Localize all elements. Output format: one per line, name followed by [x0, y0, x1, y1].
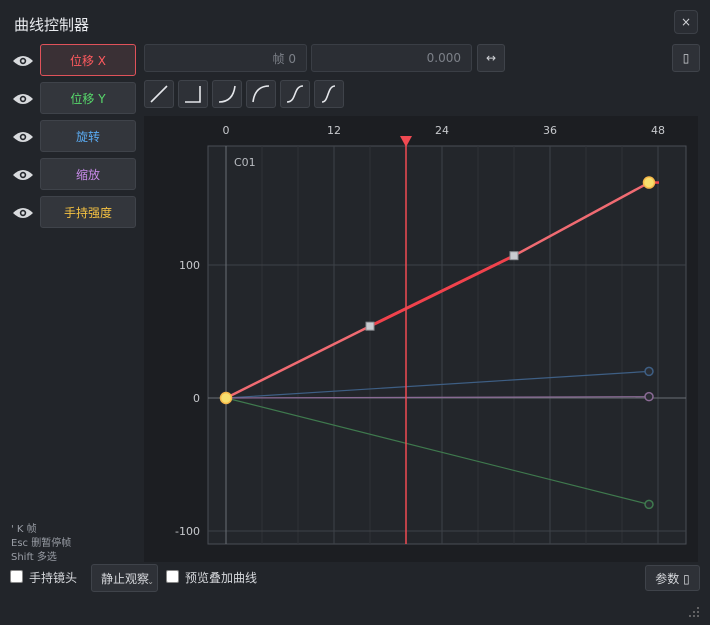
linear-curve-icon — [150, 85, 168, 103]
track-button-pos-y[interactable]: 位移 Y — [40, 82, 136, 114]
value-input-placeholder: 0.000 — [426, 51, 461, 65]
track-label: 位移 X — [69, 53, 107, 68]
params-button[interactable]: 参数 ▯ — [645, 565, 700, 591]
series-endpoint-rotation — [644, 366, 654, 377]
mode-select-value: 静止观察 — [101, 571, 150, 586]
value-input[interactable]: 0.000 — [311, 44, 472, 72]
ease-in-out-curve-icon — [286, 85, 304, 103]
x-tick-label: 0 — [223, 124, 230, 137]
eye-icon[interactable] — [12, 206, 34, 220]
step-curve-icon — [185, 86, 201, 103]
x-tick-label: 24 — [435, 124, 449, 137]
hint-line: Esc 删暂停帧 — [11, 538, 72, 549]
handheld-checkbox[interactable] — [10, 570, 23, 583]
window-title: 曲线控制器 — [14, 16, 90, 34]
eye-icon[interactable] — [12, 54, 34, 68]
y-tick-label: 0 — [193, 392, 200, 405]
s-curve-icon — [321, 85, 336, 103]
track-label: 旋转 — [75, 129, 100, 144]
bezier-handle — [365, 321, 375, 331]
curve-graph[interactable]: 0 12 24 36 48 100 0 -100 C01 — [144, 116, 698, 562]
track-label: 手持强度 — [63, 205, 112, 220]
track-button-handheld[interactable]: 手持强度 — [40, 196, 136, 228]
ease-out-curve-icon — [252, 85, 270, 103]
resize-grip-icon[interactable] — [688, 606, 700, 618]
ease-in-out-button[interactable] — [280, 80, 310, 108]
keyframe-dot — [219, 391, 233, 405]
series-endpoint-scale — [644, 391, 654, 402]
eye-icon[interactable] — [12, 168, 34, 182]
y-tick-label: -100 — [175, 525, 200, 538]
x-tick-label: 36 — [543, 124, 557, 137]
keyframe-dot — [642, 176, 656, 189]
frame-input[interactable]: 帧 0 — [144, 44, 307, 72]
handheld-label: 手持镜头 — [29, 571, 78, 585]
track-label: 缩放 — [75, 167, 100, 182]
swap-button[interactable]: ↔ — [477, 44, 505, 72]
frame-input-placeholder: 帧 0 — [272, 51, 296, 66]
hint-line: Shift 多选 — [11, 552, 57, 563]
plot-area — [207, 145, 687, 545]
track-button-scale[interactable]: 缩放 — [40, 158, 136, 190]
preview-overlay-checkbox[interactable] — [166, 570, 179, 583]
preview-overlay-label: 预览叠加曲线 — [185, 571, 258, 585]
chevron-down-icon: ⌄ — [147, 577, 154, 586]
close-button[interactable]: × — [674, 10, 698, 34]
curve-chart-svg[interactable]: 0 12 24 36 48 100 0 -100 C01 — [144, 116, 698, 562]
eye-icon[interactable] — [12, 130, 34, 144]
x-tick-label: 48 — [651, 124, 665, 137]
ease-step-button[interactable] — [178, 80, 208, 108]
track-button-pos-x[interactable]: 位移 X — [40, 44, 136, 76]
series-endpoint-pos_y — [644, 499, 654, 510]
ease-in-curve-icon — [218, 85, 236, 103]
track-button-rotation[interactable]: 旋转 — [40, 120, 136, 152]
playhead-marker-icon — [400, 136, 412, 147]
ease-s-curve-button[interactable] — [314, 80, 344, 108]
x-tick-label: 12 — [327, 124, 341, 137]
ease-in-button[interactable] — [212, 80, 242, 108]
y-tick-label: 100 — [179, 259, 200, 272]
bezier-handle — [509, 251, 519, 261]
hint-line: ' K 帧 — [11, 524, 37, 535]
eye-icon[interactable] — [12, 92, 34, 106]
panel-toggle-button[interactable]: ▯ — [672, 44, 700, 72]
mode-select[interactable]: 静止观察 ⌄ — [91, 564, 158, 592]
channel-label: C01 — [234, 156, 256, 169]
track-label: 位移 Y — [70, 91, 106, 106]
ease-linear-button[interactable] — [144, 80, 174, 108]
ease-out-button[interactable] — [246, 80, 276, 108]
